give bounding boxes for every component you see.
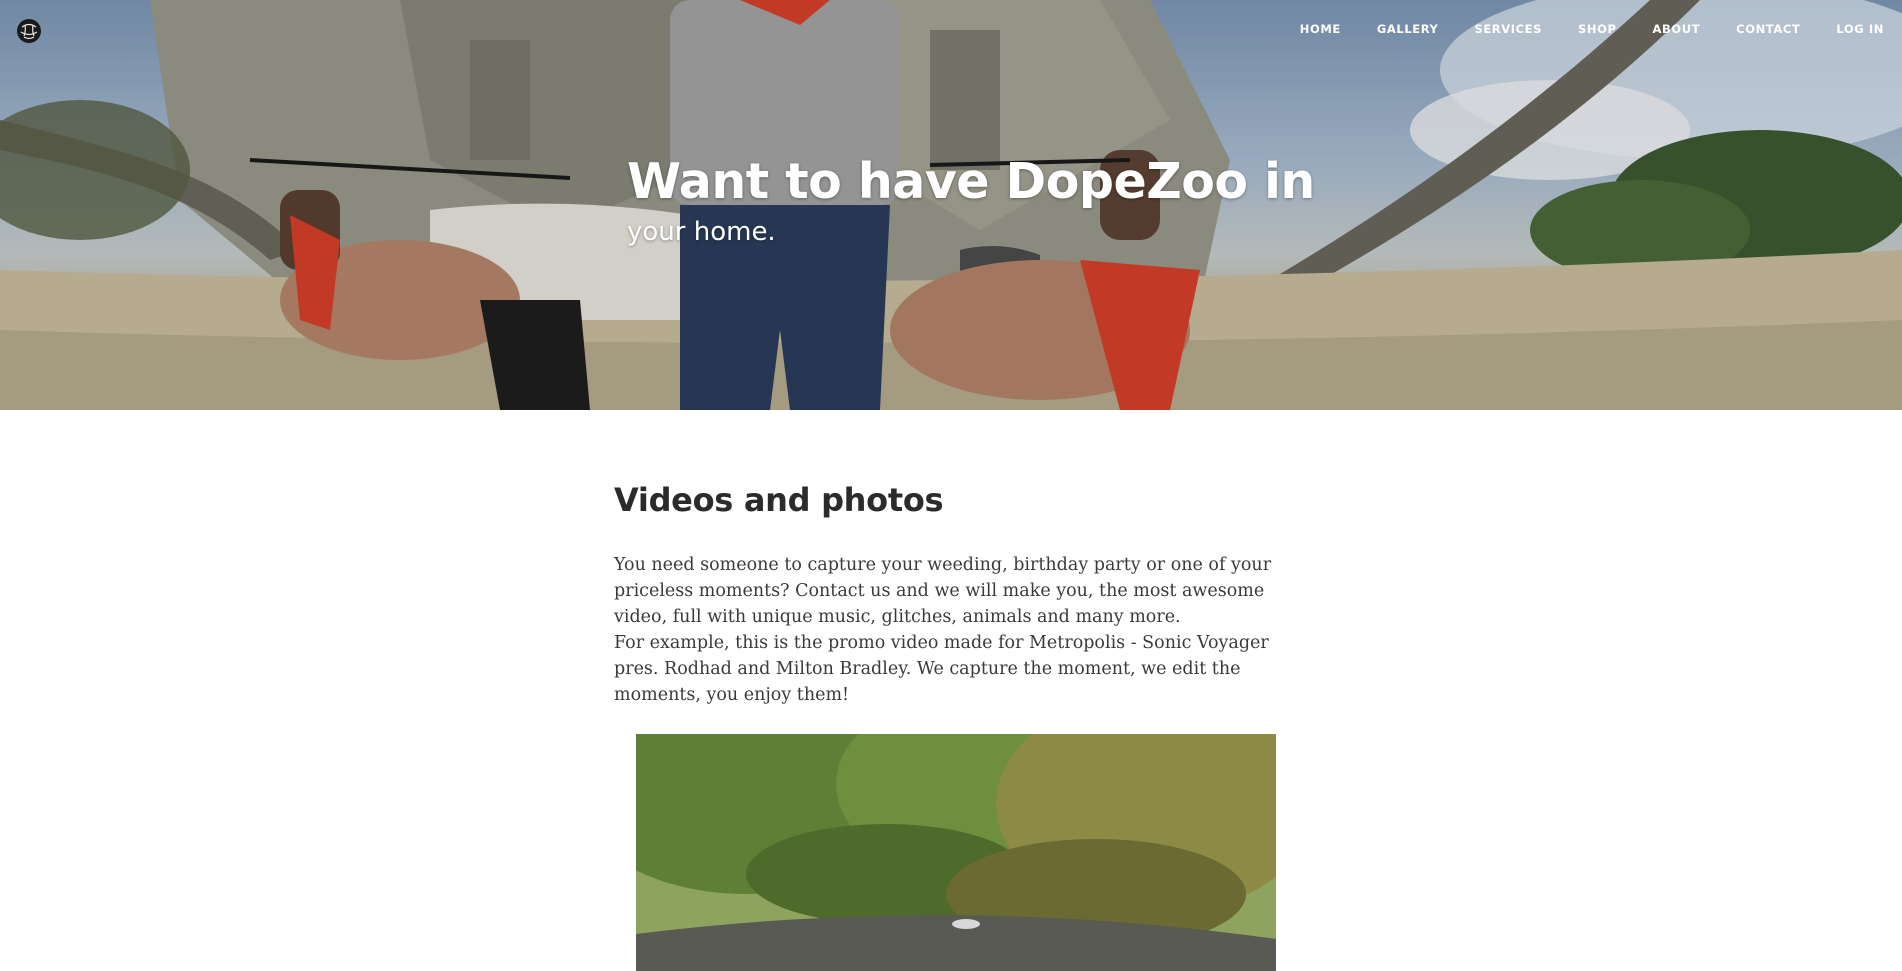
videos-section: Videos and photos You need someone to ca…	[614, 470, 1284, 708]
nav-contact[interactable]: CONTACT	[1736, 20, 1800, 38]
nav-about[interactable]: ABOUT	[1653, 20, 1701, 38]
hero-banner: HOME GALLERY SERVICES SHOP ABOUT CONTACT…	[0, 0, 1902, 410]
top-navigation: HOME GALLERY SERVICES SHOP ABOUT CONTACT…	[1300, 20, 1902, 38]
nav-gallery[interactable]: GALLERY	[1377, 20, 1439, 38]
dopezoo-logo-icon[interactable]	[16, 18, 42, 44]
promo-video[interactable]	[636, 734, 1276, 971]
hero-title: Want to have DopeZoo in	[627, 153, 1315, 210]
nav-home[interactable]: HOME	[1300, 20, 1341, 38]
section-heading: Videos and photos	[614, 481, 944, 519]
nav-shop[interactable]: SHOP	[1578, 20, 1617, 38]
nav-log-in[interactable]: LOG IN	[1836, 20, 1884, 38]
nav-services[interactable]: SERVICES	[1474, 20, 1542, 38]
hero-subtitle: your home.	[627, 217, 776, 247]
section-paragraph-2: For example, this is the promo video mad…	[614, 633, 1269, 705]
section-paragraph-1: You need someone to capture your weeding…	[614, 555, 1272, 627]
video-thumbnail	[636, 734, 1276, 971]
